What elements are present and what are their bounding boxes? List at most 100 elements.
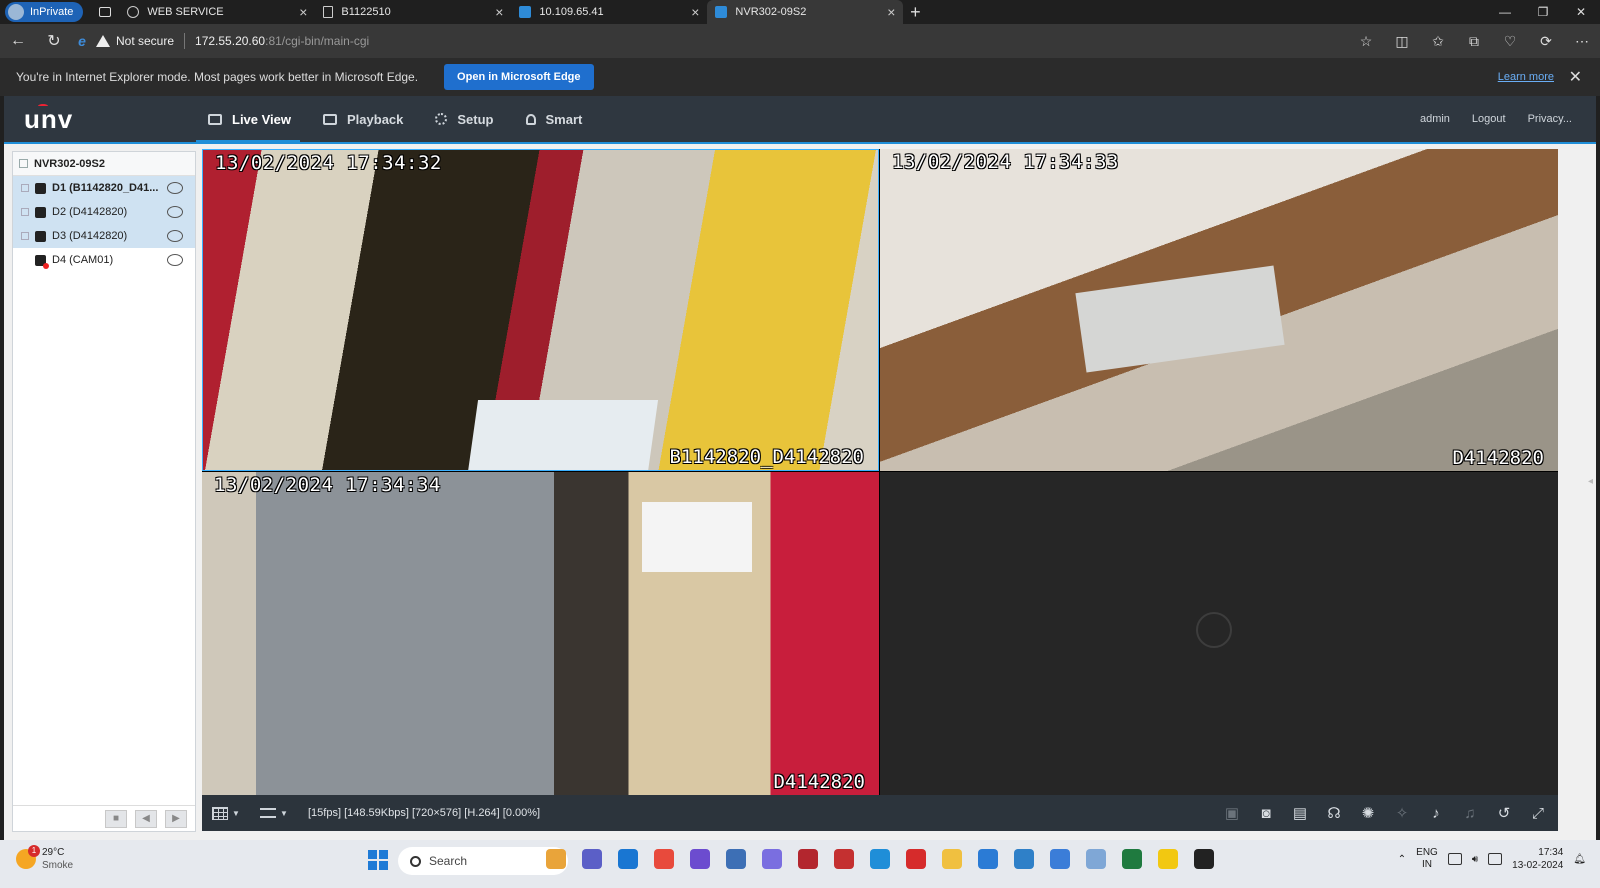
excel-app-icon[interactable] (1122, 849, 1142, 869)
clock[interactable]: 17:34 13-02-2024 (1512, 846, 1563, 872)
more-options-icon[interactable]: ⋯ (1572, 33, 1592, 50)
ie-mode-toggle-icon[interactable]: ⟳ (1536, 33, 1556, 50)
previous-page-icon[interactable]: ◀ (135, 809, 157, 828)
image-adjust-icon[interactable]: ✺ (1358, 803, 1378, 823)
tab-nvr302[interactable]: NVR302-09S2 × (707, 0, 904, 24)
network-app-icon[interactable] (726, 849, 746, 869)
volume-icon[interactable]: ♪ (1426, 803, 1446, 823)
record-icon[interactable] (167, 206, 183, 218)
channel-d2[interactable]: D2 (D4142820) (13, 200, 195, 224)
chevron-up-icon[interactable]: ⌃ (1398, 854, 1406, 865)
warning-icon (96, 35, 110, 47)
close-icon[interactable]: × (691, 4, 699, 20)
url-field[interactable]: 172.55.20.60:81/cgi-bin/main-cgi (195, 34, 369, 48)
split-screen-icon[interactable]: ◫ (1392, 33, 1412, 50)
notification-bell-icon[interactable]: 🔔︎ (1573, 854, 1586, 865)
favorite-star-icon[interactable]: ☆ (1356, 33, 1376, 50)
weather-widget[interactable]: 1 29°C Smoke (16, 845, 73, 872)
ie-mode-icon[interactable]: e (72, 33, 92, 49)
browser-essentials-icon[interactable]: ♡ (1500, 33, 1520, 50)
screen-layout-button[interactable]: ▼ (202, 795, 250, 831)
window-close-icon[interactable]: ✕ (1562, 0, 1600, 24)
edge-app-icon[interactable] (870, 849, 890, 869)
expand-icon[interactable] (21, 232, 29, 240)
record-icon[interactable] (167, 182, 183, 194)
close-icon[interactable]: × (495, 4, 503, 20)
network-icon[interactable] (1447, 853, 1462, 865)
microphone-icon[interactable]: ♫ (1460, 803, 1480, 823)
chrome-app-icon[interactable] (654, 849, 674, 869)
tab-web-service[interactable]: WEB SERVICE × (119, 0, 315, 24)
folder-app-icon[interactable] (942, 849, 962, 869)
tab-10-109-65-41[interactable]: 10.109.65.41 × (511, 0, 707, 24)
minimize-icon[interactable]: — (1486, 0, 1524, 24)
nav-playback[interactable]: Playback (307, 96, 419, 142)
taskbar-search[interactable]: Search (398, 847, 568, 875)
tab-b1122510[interactable]: B1122510 × (315, 0, 511, 24)
tab-actions-icon[interactable] (91, 0, 119, 24)
record-icon[interactable] (167, 230, 183, 242)
close-icon[interactable]: × (299, 4, 307, 20)
language-indicator[interactable]: ENG IN (1416, 847, 1438, 871)
vscode-app-icon[interactable] (978, 849, 998, 869)
nav-setup[interactable]: Setup (419, 96, 509, 142)
refresh-icon[interactable]: ↻ (36, 31, 72, 51)
favorites-icon[interactable]: ✩ (1428, 33, 1448, 50)
channel-d3[interactable]: D3 (D4142820) (13, 224, 195, 248)
video-tile-1[interactable]: 13/02/2024 17:34:32 B1142820_D4142820 (202, 149, 879, 471)
discord-app-icon[interactable] (762, 849, 782, 869)
url-host: 172.55.20.60 (195, 34, 266, 48)
record-icon[interactable] (167, 254, 183, 266)
new-tab-button[interactable]: + (903, 2, 927, 23)
app-icon[interactable] (1014, 849, 1034, 869)
fullscreen-icon[interactable]: ⤢ (1528, 803, 1548, 823)
refresh-icon[interactable]: ↺ (1494, 803, 1514, 823)
app-icon[interactable] (834, 849, 854, 869)
inprivate-badge[interactable]: InPrivate (5, 2, 84, 22)
local-record-icon[interactable]: ▣ (1222, 803, 1242, 823)
app-icon[interactable] (906, 849, 926, 869)
channel-d1[interactable]: D1 (B1142820_D41... (13, 176, 195, 200)
volume-icon[interactable]: 🔊︎ (1472, 854, 1478, 865)
terminal-app-icon[interactable] (1194, 849, 1214, 869)
collapse-panel-icon[interactable]: ◂ (1588, 476, 1596, 492)
stream-type-button[interactable]: ▼ (250, 795, 298, 831)
security-indicator[interactable]: Not secure (96, 34, 174, 48)
restore-icon[interactable]: ❐ (1524, 0, 1562, 24)
next-page-icon[interactable]: ▶ (165, 809, 187, 828)
open-in-edge-button[interactable]: Open in Microsoft Edge (444, 64, 594, 90)
video-tile-2[interactable]: 13/02/2024 17:34:33 D4142820 (880, 149, 1558, 471)
expand-icon[interactable] (21, 208, 29, 216)
expand-icon[interactable] (21, 184, 29, 192)
outlook-app-icon[interactable] (618, 849, 638, 869)
slack-app-icon[interactable] (690, 849, 710, 869)
powerbi-app-icon[interactable] (1158, 849, 1178, 869)
privacy-link[interactable]: Privacy... (1528, 113, 1572, 125)
battery-icon[interactable] (1488, 853, 1503, 865)
logout-link[interactable]: Logout (1472, 113, 1506, 125)
ptz-icon[interactable]: ☊ (1324, 803, 1344, 823)
close-icon[interactable]: ✕ (1569, 67, 1582, 87)
back-icon[interactable]: ← (0, 32, 36, 50)
digital-zoom-icon[interactable]: ✧ (1392, 803, 1412, 823)
learn-more-link[interactable]: Learn more (1498, 71, 1554, 83)
channel-label: D4 (CAM01) (52, 254, 114, 266)
file-explorer-app-icon[interactable] (546, 849, 566, 869)
stop-all-icon[interactable]: ■ (105, 809, 127, 828)
snapshot-icon[interactable]: ◙ (1256, 803, 1276, 823)
channel-d4[interactable]: D4 (CAM01) (13, 248, 195, 272)
nav-live-view[interactable]: Live View (192, 96, 307, 142)
video-tile-3[interactable]: 13/02/2024 17:34:34 D4142820 (202, 472, 879, 795)
main-nav: Live View Playback Setup Smart (192, 96, 598, 142)
start-button[interactable] (368, 850, 388, 870)
app-icon[interactable] (798, 849, 818, 869)
video-tile-4-empty[interactable] (880, 472, 1558, 795)
app-icon[interactable] (1086, 849, 1106, 869)
device-root[interactable]: NVR302-09S2 (13, 152, 195, 176)
app-icon[interactable] (1050, 849, 1070, 869)
collections-icon[interactable]: ⧉ (1464, 33, 1484, 50)
clip-icon[interactable]: ▤ (1290, 803, 1310, 823)
nav-smart[interactable]: Smart (510, 96, 599, 142)
close-icon[interactable]: × (887, 4, 895, 20)
teams-app-icon[interactable] (582, 849, 602, 869)
